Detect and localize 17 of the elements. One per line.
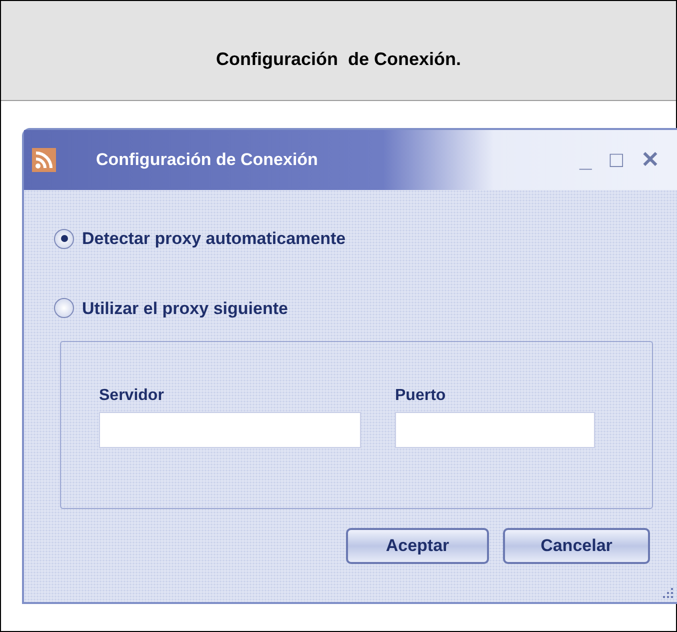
field-label: Servidor: [99, 386, 165, 406]
radio-label[interactable]: Utilizar el proxy siguiente: [82, 296, 288, 321]
radio-button[interactable]: [54, 298, 74, 318]
close-button[interactable]: ✕: [641, 149, 659, 171]
radio-label[interactable]: Detectar proxy automaticamente: [82, 226, 346, 252]
window-title: Configuración de Conexión: [96, 149, 318, 172]
accept-button[interactable]: Aceptar: [346, 528, 489, 564]
input-field[interactable]: [395, 412, 595, 448]
resize-grip-icon: [662, 587, 674, 599]
radio-button[interactable]: [54, 228, 74, 249]
minimize-button[interactable]: _: [579, 149, 592, 171]
field-label: Puerto: [395, 386, 447, 406]
input-field[interactable]: [99, 412, 361, 448]
maximize-button[interactable]: □: [610, 149, 623, 171]
page-heading: Configuración de Conexión.: [216, 48, 461, 71]
cancel-button[interactable]: Cancelar: [503, 528, 650, 564]
rss-icon: [32, 148, 56, 172]
